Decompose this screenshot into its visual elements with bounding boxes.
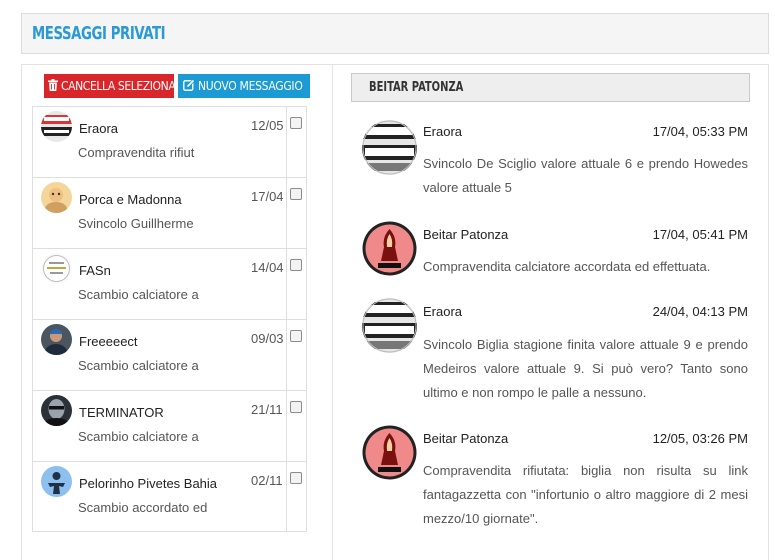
conversation-name: Freeeeect [79, 334, 138, 349]
select-checkbox[interactable] [290, 330, 302, 342]
beitar-avatar [362, 425, 417, 480]
photo-avatar [41, 324, 72, 355]
message-body: Compravendita calciatore accordata ed ef… [423, 259, 711, 274]
delete-selected-label: CANCELLA SELEZIONATI [61, 79, 184, 93]
message-time: 12/05, 03:26 PM [652, 431, 748, 446]
figure-avatar [41, 466, 72, 497]
conversation-name: Pelorinho Pivetes Bahia [79, 476, 218, 491]
thread-title: BEITAR PATONZA [369, 80, 464, 95]
conversation-list: Eraora 12/05 Compravendita rifiut Porca … [32, 106, 307, 532]
message-time: 17/04, 05:41 PM [652, 227, 748, 242]
cartoon-avatar [41, 182, 72, 213]
message-body: Compravendita rifiutata: biglia non risu… [423, 463, 748, 526]
conversation-item[interactable]: Freeeeect 09/03 Scambio calciatore a [33, 320, 306, 391]
conversation-preview: Compravendita rifiut [78, 145, 195, 160]
conversation-preview: Scambio calciatore a [78, 429, 199, 444]
conversation-preview: Scambio calciatore a [78, 287, 199, 302]
page-title: MESSAGGI PRIVATI [32, 23, 166, 44]
conversation-item[interactable]: TERMINATOR 21/11 Scambio calciatore a [33, 391, 306, 462]
conversation-date: 02/11 [251, 473, 283, 488]
message-author: Eraora [423, 124, 463, 139]
message-time: 17/04, 05:33 PM [652, 124, 748, 139]
select-checkbox[interactable] [290, 188, 302, 200]
new-message-button[interactable]: NUOVO MESSAGGIO [178, 74, 310, 98]
message-author: Beitar Patonza [423, 227, 509, 242]
conversation-date: 09/03 [251, 331, 284, 346]
conversation-item[interactable]: Eraora 12/05 Compravendita rifiut [33, 107, 306, 178]
trash-icon [48, 75, 58, 99]
select-checkbox[interactable] [290, 472, 302, 484]
message-author: Beitar Patonza [423, 431, 509, 446]
beitar-avatar [362, 221, 417, 276]
edit-icon [183, 75, 195, 99]
conversation-item[interactable]: Porca e Madonna 17/04 Svincolo Guillherm… [33, 178, 306, 249]
select-checkbox[interactable] [290, 117, 302, 129]
badge-avatar [41, 253, 72, 284]
conversation-preview: Scambio calciatore a [78, 358, 199, 373]
panel-divider [332, 64, 333, 560]
conversation-preview: Svincolo Guillherme [78, 216, 194, 231]
conversation-name: Porca e Madonna [79, 192, 182, 207]
eraora-avatar [362, 120, 417, 175]
conversation-name: FASn [79, 263, 111, 278]
eraora-avatar [362, 298, 417, 353]
conversation-name: TERMINATOR [79, 405, 164, 420]
message-body: Svincolo Biglia stagione finita valore a… [423, 337, 748, 400]
conversation-date: 17/04 [251, 189, 284, 204]
conversation-date: 12/05 [251, 118, 284, 133]
conversation-item[interactable]: Pelorinho Pivetes Bahia 02/11 Scambio ac… [33, 462, 306, 533]
eraora-avatar [41, 111, 72, 142]
thread-header: BEITAR PATONZA [351, 73, 750, 102]
conversation-preview: Scambio accordato ed [78, 500, 208, 515]
select-checkbox[interactable] [290, 259, 302, 271]
select-checkbox[interactable] [290, 401, 302, 413]
page-header: MESSAGGI PRIVATI [21, 13, 769, 54]
conversation-date: 14/04 [251, 260, 284, 275]
message-body: Svincolo De Sciglio valore attuale 6 e p… [423, 156, 748, 195]
terminator-avatar [41, 395, 72, 426]
message-time: 24/04, 04:13 PM [652, 304, 748, 319]
message-author: Eraora [423, 304, 463, 319]
conversation-date: 21/11 [251, 402, 283, 417]
new-message-label: NUOVO MESSAGGIO [198, 79, 303, 93]
conversation-item[interactable]: FASn 14/04 Scambio calciatore a [33, 249, 306, 320]
conversation-name: Eraora [79, 121, 119, 136]
delete-selected-button[interactable]: CANCELLA SELEZIONATI [44, 74, 184, 99]
